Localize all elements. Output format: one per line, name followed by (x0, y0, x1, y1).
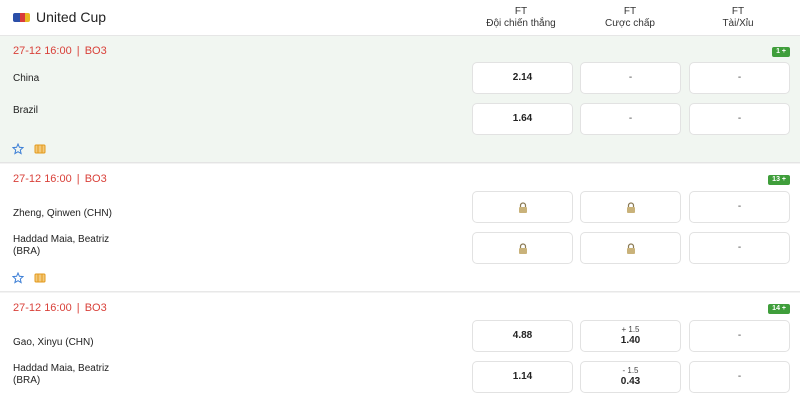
odds-winner-home-locked[interactable] (472, 191, 573, 223)
team-away: Haddad Maia, Beatriz (BRA) (13, 363, 109, 387)
team-home: Gao, Xinyu (CHN) (13, 337, 94, 348)
odds-total-home[interactable]: - (689, 320, 790, 352)
odds-total-away[interactable]: - (689, 361, 790, 393)
odds-winner-away[interactable]: 1.64 (472, 103, 573, 135)
team-away-name: Brazil (13, 105, 39, 116)
star-icon[interactable] (12, 272, 24, 284)
odds-handicap-home[interactable]: + 1.5 1.40 (580, 320, 681, 352)
column-period: FT (623, 6, 637, 17)
more-markets-badge[interactable]: 13 + (768, 175, 790, 185)
more-markets-badge[interactable]: 14 + (768, 304, 790, 314)
ticket-icon[interactable] (34, 144, 46, 154)
column-period: FT (731, 6, 745, 17)
odds-value: 0.43 (620, 376, 641, 387)
match-date: 27-12 16:00 (13, 302, 72, 314)
star-icon[interactable] (12, 143, 24, 155)
match-row[interactable]: 27-12 16:00 | BO3 14 + Gao, Xinyu (CHN) … (0, 293, 800, 401)
separator: | (76, 302, 80, 314)
league-title[interactable]: United Cup (36, 9, 106, 25)
match-time: 27-12 16:00 | BO3 (13, 173, 107, 185)
handicap-line: - 1.5 (622, 366, 639, 375)
column-label: Cược chấp (605, 18, 655, 29)
column-header-over-under: FT Tài/Xỉu (688, 6, 788, 30)
odds-value: 2.14 (512, 72, 533, 83)
odds-value: 4.88 (512, 330, 533, 341)
odds-empty: - (628, 72, 633, 83)
team-home: China (13, 73, 40, 84)
odds-value: 1.40 (620, 335, 641, 346)
odds-value: 1.64 (512, 113, 533, 124)
lock-icon (626, 202, 635, 213)
separator: | (76, 173, 80, 185)
odds-total-home[interactable]: - (689, 62, 790, 94)
match-format: BO3 (84, 302, 107, 314)
match-format: BO3 (84, 45, 107, 57)
odds-handicap-home-locked[interactable] (580, 191, 681, 223)
team-home: Zheng, Qinwen (CHN) (13, 208, 112, 219)
odds-empty: - (737, 113, 742, 124)
odds-total-home[interactable]: - (689, 191, 790, 223)
match-date: 27-12 16:00 (13, 45, 72, 57)
odds-empty: - (737, 201, 742, 212)
odds-total-away[interactable]: - (689, 103, 790, 135)
odds-winner-away[interactable]: 1.14 (472, 361, 573, 393)
more-markets-badge[interactable]: 1 + (772, 47, 790, 57)
odds-value: 1.14 (512, 371, 533, 382)
handicap-line: + 1.5 (621, 325, 640, 334)
match-row[interactable]: 27-12 16:00 | BO3 1 + China Brazil 2.14 … (0, 36, 800, 163)
column-header-winner: FT Đội chiến thắng (471, 6, 571, 30)
match-format: BO3 (84, 173, 107, 185)
team-away: Haddad Maia, Beatriz (BRA) (13, 234, 109, 258)
match-date: 27-12 16:00 (13, 173, 72, 185)
team-away-country: (BRA) (13, 246, 41, 257)
lock-icon (626, 243, 635, 254)
odds-winner-home[interactable]: 4.88 (472, 320, 573, 352)
odds-handicap-away-locked[interactable] (580, 232, 681, 264)
odds-empty: - (737, 330, 742, 341)
odds-handicap-home[interactable]: - (580, 62, 681, 94)
odds-total-away[interactable]: - (689, 232, 790, 264)
team-away-name: Haddad Maia, Beatriz (13, 234, 110, 245)
match-time: 27-12 16:00 | BO3 (13, 302, 107, 314)
odds-winner-home[interactable]: 2.14 (472, 62, 573, 94)
separator: | (76, 45, 80, 57)
team-away: Brazil (13, 105, 38, 117)
odds-empty: - (737, 371, 742, 382)
column-header-handicap: FT Cược chấp (580, 6, 680, 30)
column-label: Tài/Xỉu (722, 18, 754, 29)
match-row[interactable]: 27-12 16:00 | BO3 13 + Zheng, Qinwen (CH… (0, 164, 800, 292)
odds-empty: - (737, 242, 742, 253)
column-label: Đội chiến thắng (486, 18, 556, 29)
odds-empty: - (737, 72, 742, 83)
odds-empty: - (628, 113, 633, 124)
lock-icon (518, 202, 527, 213)
column-period: FT (514, 6, 528, 17)
league-logo-icon (13, 13, 30, 22)
odds-handicap-away[interactable]: - 1.5 0.43 (580, 361, 681, 393)
team-away-name: Haddad Maia, Beatriz (13, 363, 110, 374)
match-time: 27-12 16:00 | BO3 (13, 45, 107, 57)
odds-handicap-away[interactable]: - (580, 103, 681, 135)
odds-winner-away-locked[interactable] (472, 232, 573, 264)
lock-icon (518, 243, 527, 254)
league-header: United Cup FT Đội chiến thắng FT Cược ch… (0, 0, 800, 36)
ticket-icon[interactable] (34, 273, 46, 283)
team-away-country: (BRA) (13, 375, 41, 386)
